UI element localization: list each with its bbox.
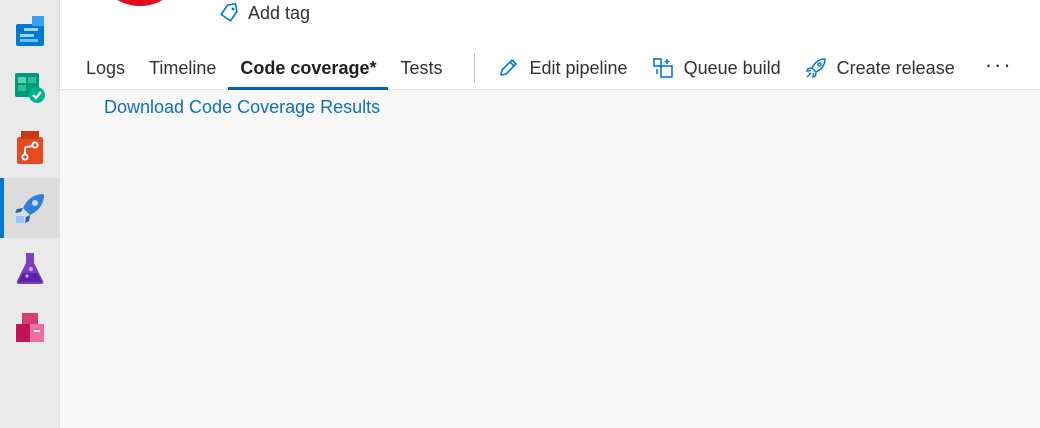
left-nav-rail	[0, 0, 60, 428]
repos-icon	[16, 131, 43, 164]
rail-item-repos[interactable]	[0, 118, 59, 178]
rail-item-artifacts[interactable]	[0, 298, 59, 358]
rail-item-boards[interactable]	[0, 0, 59, 60]
toolbar-divider	[474, 53, 476, 83]
test-flask-icon	[16, 253, 43, 284]
add-tag-label: Add tag	[248, 2, 311, 23]
add-tag-button[interactable]: Add tag	[218, 2, 310, 24]
rail-item-pipelines[interactable]	[0, 178, 59, 238]
code-coverage-panel: Download Code Coverage Results	[60, 90, 1040, 428]
rail-item-test-plans[interactable]	[0, 58, 59, 118]
create-release-button[interactable]: Create release	[793, 46, 967, 90]
artifacts-icon	[15, 313, 44, 342]
pencil-icon	[500, 59, 518, 76]
test-plans-check-icon	[14, 73, 45, 103]
avatar	[100, 0, 180, 6]
tab-tests[interactable]: Tests	[388, 46, 454, 90]
tab-timeline[interactable]: Timeline	[137, 46, 228, 90]
tab-code-coverage[interactable]: Code coverage*	[228, 46, 389, 90]
more-actions-button[interactable]: ···	[967, 46, 1025, 90]
pipelines-rocket-icon	[14, 194, 44, 223]
tab-bar: Logs Timeline Code coverage* Tests Edit …	[74, 44, 1025, 90]
tab-logs[interactable]: Logs	[74, 46, 137, 90]
download-code-coverage-link[interactable]: Download Code Coverage Results	[104, 97, 380, 118]
edit-pipeline-label: Edit pipeline	[529, 57, 628, 78]
tag-icon	[220, 2, 238, 22]
create-release-label: Create release	[836, 57, 955, 78]
queue-build-icon	[652, 58, 673, 78]
queue-build-label: Queue build	[683, 57, 781, 78]
boards-icon	[15, 16, 44, 46]
rail-item-test[interactable]	[0, 238, 59, 298]
edit-pipeline-button[interactable]: Edit pipeline	[485, 46, 639, 90]
queue-build-button[interactable]: Queue build	[640, 46, 793, 90]
rocket-icon	[805, 58, 826, 79]
header-area: Add tag Logs Timeline Code coverage* Tes…	[60, 0, 1040, 90]
